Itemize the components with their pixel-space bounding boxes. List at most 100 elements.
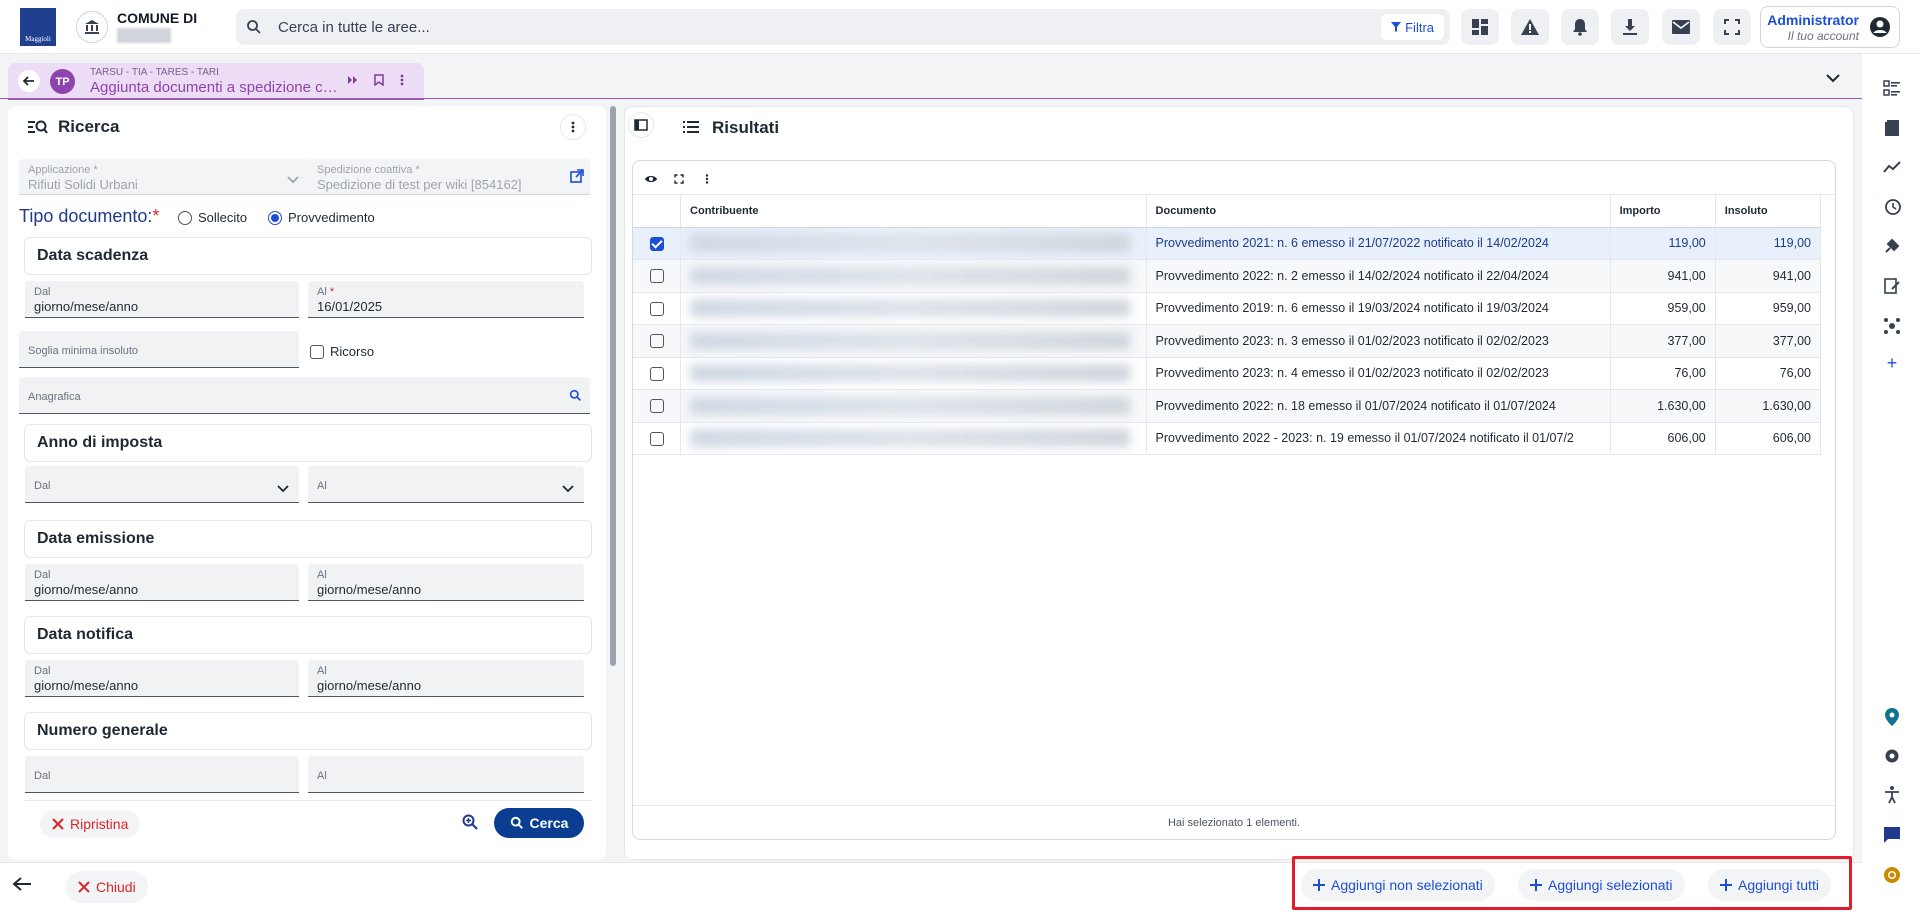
- row-select-cell[interactable]: [633, 357, 682, 390]
- module-tab[interactable]: TP TARSU - TIA - TARES - TARI Aggiunta d…: [8, 63, 424, 100]
- trending-icon[interactable]: [1881, 156, 1903, 178]
- emissione-al-input[interactable]: Al giorno/mese/anno: [308, 564, 584, 601]
- settings-gear-icon[interactable]: [1881, 745, 1903, 767]
- global-search[interactable]: Filtra: [236, 9, 1450, 45]
- account-menu[interactable]: Administrator Il tuo account: [1760, 6, 1900, 48]
- chat-icon[interactable]: [1881, 824, 1903, 846]
- plugin-icon[interactable]: [1881, 235, 1903, 257]
- history-icon[interactable]: [1881, 196, 1903, 218]
- numero-al-input[interactable]: Al: [308, 756, 584, 793]
- data-emissione-header[interactable]: Data emissione: [24, 520, 592, 558]
- table-row[interactable]: Provvedimento 2023: n. 4 emesso il 01/02…: [633, 357, 1822, 390]
- emissione-dal-input[interactable]: Dal giorno/mese/anno: [25, 564, 299, 601]
- table-row[interactable]: Provvedimento 2023: n. 3 emesso il 01/02…: [633, 324, 1822, 358]
- anagrafica-input[interactable]: Anagrafica: [19, 377, 590, 414]
- chevron-down-icon[interactable]: [1826, 70, 1840, 88]
- ricorso-checkbox[interactable]: Ricorso: [310, 344, 374, 359]
- data-notifica-header[interactable]: Data notifica: [24, 616, 592, 654]
- ripristina-button[interactable]: Ripristina: [40, 810, 141, 838]
- row-checkbox[interactable]: [649, 301, 664, 316]
- anno-dal-select[interactable]: Dal: [25, 466, 299, 503]
- edit-document-icon[interactable]: [1881, 275, 1903, 297]
- eye-icon[interactable]: [644, 171, 658, 189]
- user-avatar-icon: [1869, 16, 1891, 43]
- dashboard-icon[interactable]: [1461, 9, 1499, 45]
- anno-imposta-header[interactable]: Anno di imposta: [24, 424, 592, 462]
- scadenza-al-input[interactable]: Al * 16/01/2025: [308, 281, 584, 318]
- mail-icon[interactable]: [1662, 9, 1700, 45]
- expand-icon[interactable]: [674, 171, 684, 189]
- radio-provvedimento[interactable]: Provvedimento: [268, 210, 375, 225]
- location-pin-icon[interactable]: [1881, 706, 1903, 728]
- cerca-button[interactable]: Cerca: [494, 808, 584, 838]
- grid-more-icon[interactable]: [705, 171, 709, 189]
- table-row[interactable]: Provvedimento 2019: n. 6 emesso il 19/03…: [633, 292, 1822, 325]
- row-checkbox[interactable]: [649, 431, 664, 446]
- search-input[interactable]: [278, 17, 1278, 37]
- warning-icon[interactable]: [1511, 9, 1549, 45]
- tab-title: Aggiunta documenti a spedizione coattiva: [90, 79, 340, 96]
- hub-icon[interactable]: [1881, 315, 1903, 337]
- fullscreen-icon[interactable]: [1713, 9, 1751, 45]
- list-view-icon[interactable]: [1881, 77, 1903, 99]
- soglia-minima-input[interactable]: Soglia minima insoluto: [19, 331, 299, 368]
- row-checkbox[interactable]: [649, 334, 664, 349]
- download-icon[interactable]: [1611, 9, 1649, 45]
- notifica-dal-input[interactable]: Dal giorno/mese/anno: [25, 660, 299, 697]
- bookmarks-icon[interactable]: [1881, 117, 1903, 139]
- row-checkbox[interactable]: [649, 399, 664, 414]
- support-lifebuoy-icon[interactable]: [1881, 864, 1903, 886]
- radio-circle-selected[interactable]: [268, 210, 282, 225]
- notifica-al-input[interactable]: Al giorno/mese/anno: [308, 660, 584, 697]
- aggiungi-tutti-button[interactable]: Aggiungi tutti: [1708, 869, 1831, 901]
- institution-icon[interactable]: [76, 11, 108, 43]
- notifications-bell-icon[interactable]: [1561, 9, 1599, 45]
- bookmark-icon[interactable]: [374, 73, 384, 91]
- back-arrow-icon[interactable]: [18, 70, 40, 92]
- filter-button[interactable]: Filtra: [1381, 14, 1444, 40]
- account-name: Administrator: [1767, 12, 1859, 28]
- anno-al-select[interactable]: Al: [308, 466, 584, 503]
- back-arrow-icon[interactable]: [12, 876, 32, 897]
- table-row[interactable]: Provvedimento 2022: n. 2 emesso il 14/02…: [633, 259, 1822, 293]
- numero-generale-header[interactable]: Numero generale: [24, 712, 592, 750]
- column-contribuente[interactable]: Contribuente: [680, 195, 1147, 228]
- row-checkbox[interactable]: [649, 366, 664, 381]
- search-icon[interactable]: [569, 389, 582, 407]
- column-insoluto[interactable]: Insoluto: [1715, 195, 1822, 228]
- chiudi-button[interactable]: Chiudi: [66, 871, 148, 903]
- column-importo[interactable]: Importo: [1610, 195, 1716, 228]
- radio-sollecito[interactable]: Sollecito: [178, 210, 247, 225]
- contribuente-cell-redacted: [680, 357, 1147, 390]
- split-icon[interactable]: [347, 73, 359, 91]
- row-select-cell[interactable]: [633, 422, 682, 455]
- data-scadenza-header[interactable]: Data scadenza: [24, 237, 592, 275]
- numero-dal-input[interactable]: Dal: [25, 756, 299, 793]
- row-checkbox[interactable]: [649, 236, 664, 251]
- table-row[interactable]: Provvedimento 2021: n. 6 emesso il 21/07…: [633, 227, 1822, 260]
- aggiungi-non-selezionati-button[interactable]: Aggiungi non selezionati: [1301, 869, 1495, 901]
- documento-cell: Provvedimento 2023: n. 4 emesso il 01/02…: [1146, 357, 1611, 390]
- column-documento[interactable]: Documento: [1146, 195, 1611, 228]
- table-row[interactable]: Provvedimento 2022 - 2023: n. 19 emesso …: [633, 422, 1822, 455]
- table-row[interactable]: Provvedimento 2022: n. 18 emesso il 01/0…: [633, 389, 1822, 423]
- more-options-icon[interactable]: [560, 114, 586, 140]
- maggioli-logo[interactable]: Maggioli: [20, 8, 56, 46]
- zoom-in-icon[interactable]: [462, 814, 478, 835]
- accessibility-icon[interactable]: [1881, 784, 1903, 806]
- row-checkbox[interactable]: [649, 269, 664, 284]
- row-select-cell[interactable]: [633, 389, 682, 423]
- panel-scrollbar[interactable]: [610, 106, 616, 666]
- row-select-cell[interactable]: [633, 292, 682, 325]
- radio-circle[interactable]: [178, 210, 192, 225]
- row-select-cell[interactable]: [633, 227, 682, 260]
- open-external-icon[interactable]: [570, 169, 584, 188]
- toggle-sidebar-icon[interactable]: [628, 112, 654, 138]
- scadenza-dal-input[interactable]: Dal giorno/mese/anno: [25, 281, 299, 318]
- row-select-cell[interactable]: [633, 259, 682, 293]
- aggiungi-selezionati-button[interactable]: Aggiungi selezionati: [1518, 869, 1685, 901]
- checkbox[interactable]: [310, 344, 324, 359]
- add-icon[interactable]: +: [1881, 352, 1903, 374]
- row-select-cell[interactable]: [633, 324, 682, 358]
- tab-more-icon[interactable]: [400, 73, 404, 91]
